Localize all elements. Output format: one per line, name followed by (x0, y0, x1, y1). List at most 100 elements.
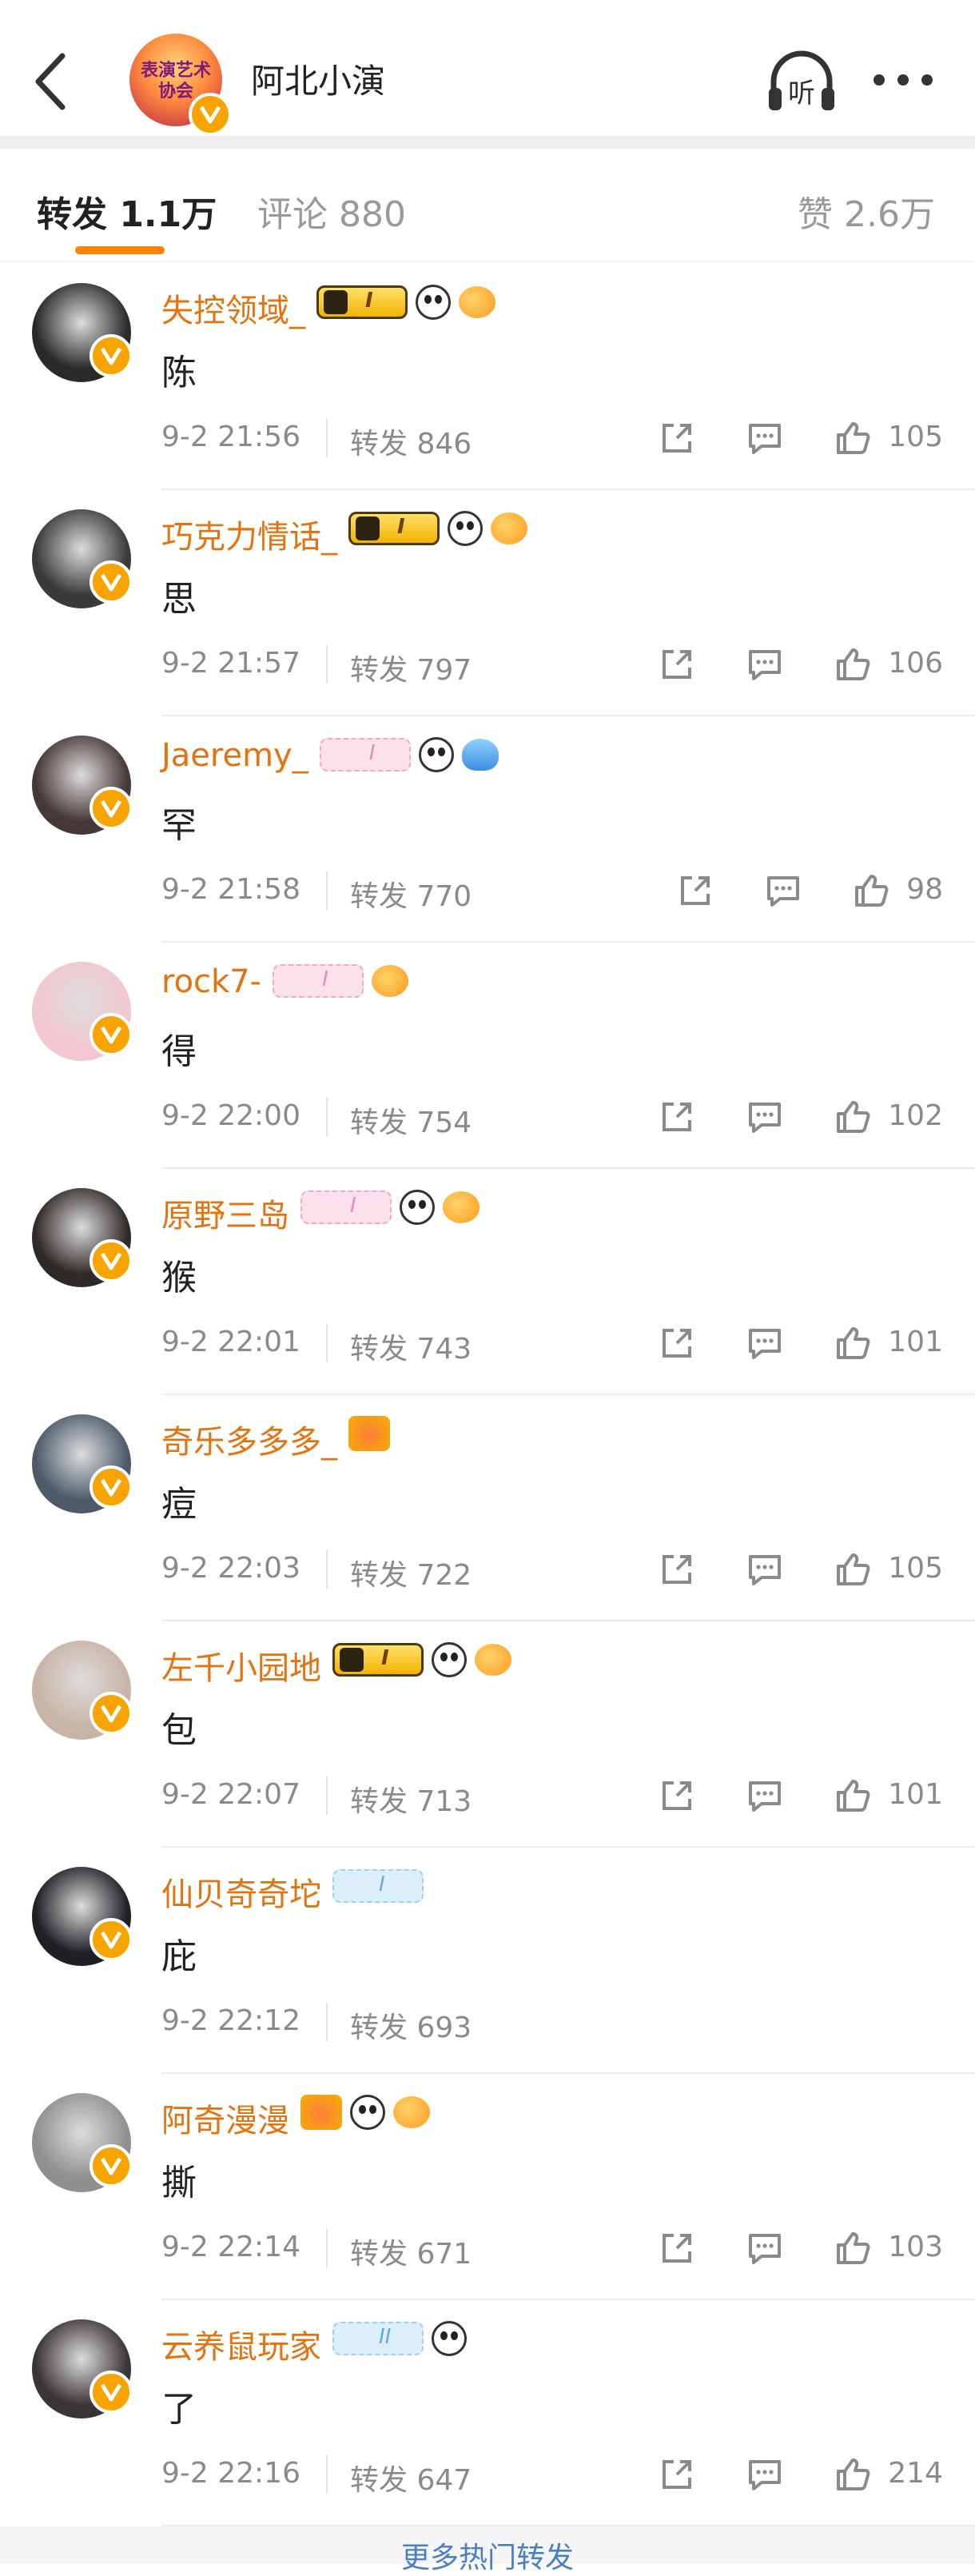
list-item[interactable]: 阿奇漫漫撕 9-2 22:14 转发 671 103 (0, 2074, 975, 2300)
user-badges: I (332, 1865, 424, 1907)
like-count: 105 (888, 1552, 943, 1585)
list-item[interactable]: 奇乐多多多_ 痘 9-2 22:03 转发 722 105 (0, 1395, 975, 1621)
back-arrow-icon[interactable] (32, 50, 72, 114)
list-item[interactable]: 原野三岛 I 猴 9-2 22:01 转发 743 101 (0, 1169, 975, 1395)
tab-likes[interactable]: 赞 2.6万 (798, 185, 935, 237)
repost-count: 转发 743 (350, 1333, 472, 1366)
comment-icon[interactable] (746, 2229, 784, 2267)
like-thumb-icon[interactable] (834, 1550, 872, 1589)
user-name[interactable]: 原野三岛 (161, 1190, 289, 1236)
share-icon[interactable] (658, 2229, 696, 2267)
repost-count: 转发 693 (350, 2012, 472, 2044)
repost-content: 思 (161, 579, 197, 620)
repost-content: 陈 (161, 353, 197, 393)
meta-separator (326, 1550, 328, 1589)
user-badges (300, 2092, 430, 2133)
meta-separator (326, 645, 328, 684)
user-name[interactable]: 失控领域_ (161, 285, 305, 331)
comment-icon[interactable] (746, 1324, 784, 1362)
list-item[interactable]: 失控领域_ I 陈 9-2 21:56 转发 846 105 (0, 264, 975, 490)
verified-badge-icon (90, 1692, 133, 1735)
fish-badge-icon (475, 1644, 511, 1676)
fish-badge-icon (372, 965, 409, 997)
comment-icon[interactable] (746, 419, 784, 457)
verified-badge-icon (189, 93, 232, 136)
crown-level-badge-icon: I (332, 1643, 424, 1677)
like-count: 105 (888, 421, 943, 453)
shark-badge-icon (461, 739, 499, 771)
repost-content: 猴 (161, 1258, 197, 1298)
active-tab-indicator (75, 246, 165, 254)
user-name[interactable]: 云养鼠玩家 (161, 2321, 321, 2367)
panda-badge-icon (418, 737, 454, 772)
like-thumb-icon[interactable] (834, 1776, 872, 1815)
like-thumb-icon[interactable] (852, 871, 890, 910)
repost-content: 庇 (161, 1936, 197, 1977)
share-icon[interactable] (676, 871, 714, 910)
user-badges: I (348, 508, 527, 549)
list-item[interactable]: Jaeremy_ I 罕 9-2 21:58 转发 770 98 (0, 716, 975, 943)
meta-separator (326, 1098, 328, 1136)
crown-level-badge-icon: I (316, 285, 408, 319)
page-title: 阿北小演 (251, 62, 386, 101)
fish-badge-icon (443, 1191, 480, 1223)
tab-reposts[interactable]: 转发 1.1万 (37, 185, 217, 237)
repost-content: 得 (161, 1031, 197, 1072)
like-thumb-icon[interactable] (834, 645, 872, 684)
more-reposts-link[interactable]: 更多热门转发 (0, 2534, 975, 2576)
panda-badge-icon (350, 2095, 385, 2130)
meta-separator (326, 2229, 328, 2267)
user-name[interactable]: 阿奇漫漫 (161, 2095, 289, 2141)
verified-badge-icon (90, 2144, 133, 2187)
user-name[interactable]: 左千小园地 (161, 1642, 321, 1689)
user-name[interactable]: 巧克力情话_ (161, 511, 337, 557)
share-icon[interactable] (658, 419, 696, 457)
repost-count: 转发 770 (350, 880, 472, 913)
like-thumb-icon[interactable] (834, 1098, 872, 1136)
blue-level-badge-icon: II (332, 2322, 424, 2355)
share-icon[interactable] (658, 2455, 696, 2494)
like-thumb-icon[interactable] (834, 419, 872, 457)
repost-content: 罕 (161, 805, 197, 846)
comment-icon[interactable] (746, 645, 784, 684)
comment-icon[interactable] (746, 1776, 784, 1815)
user-name[interactable]: 仙贝奇奇坨 (161, 1868, 321, 1915)
gold-crown-badge-icon (348, 1416, 390, 1451)
list-item[interactable]: 云养鼠玩家 II 了 9-2 22:16 转发 647 214 (0, 2300, 975, 2526)
share-icon[interactable] (658, 1776, 696, 1815)
like-thumb-icon[interactable] (834, 2229, 872, 2267)
share-icon[interactable] (658, 1098, 696, 1136)
verified-badge-icon (90, 787, 133, 830)
list-item[interactable]: 巧克力情话_ I 思 9-2 21:57 转发 797 106 (0, 490, 975, 716)
repost-count: 转发 797 (350, 654, 472, 687)
comment-icon[interactable] (746, 1550, 784, 1589)
repost-content: 包 (161, 1710, 197, 1751)
like-thumb-icon[interactable] (834, 2455, 872, 2494)
repost-time: 9-2 22:07 (161, 1778, 300, 1811)
share-icon[interactable] (658, 645, 696, 684)
share-icon[interactable] (658, 1550, 696, 1589)
more-options-icon[interactable] (871, 72, 935, 88)
list-item[interactable]: 左千小园地 I 包 9-2 22:07 转发 713 101 (0, 1621, 975, 1848)
tab-comments[interactable]: 评论 880 (257, 185, 406, 237)
meta-separator (326, 1776, 328, 1815)
list-item[interactable]: 仙贝奇奇坨 I 庇 9-2 22:12 转发 693 (0, 1848, 975, 2074)
comment-icon[interactable] (746, 2455, 784, 2494)
like-thumb-icon[interactable] (834, 1324, 872, 1362)
panda-badge-icon (448, 511, 483, 546)
user-name[interactable]: Jaeremy_ (161, 737, 308, 774)
share-icon[interactable] (658, 1324, 696, 1362)
user-name[interactable]: 奇乐多多多_ (161, 1416, 337, 1462)
verified-badge-icon (90, 1918, 133, 1961)
user-name[interactable]: rock7- (161, 963, 261, 1000)
headphones-listen-icon[interactable]: 听 (766, 48, 838, 115)
repost-count: 转发 754 (350, 1107, 472, 1139)
verified-badge-icon (90, 560, 133, 604)
list-item[interactable]: rock7- I 得 9-2 22:00 转发 754 102 (0, 943, 975, 1169)
comment-icon[interactable] (764, 871, 802, 910)
user-badges: I (316, 281, 495, 323)
comment-icon[interactable] (746, 1098, 784, 1136)
repost-time: 9-2 22:01 (161, 1326, 300, 1358)
repost-time: 9-2 22:03 (161, 1552, 300, 1585)
user-badges (348, 1413, 390, 1454)
